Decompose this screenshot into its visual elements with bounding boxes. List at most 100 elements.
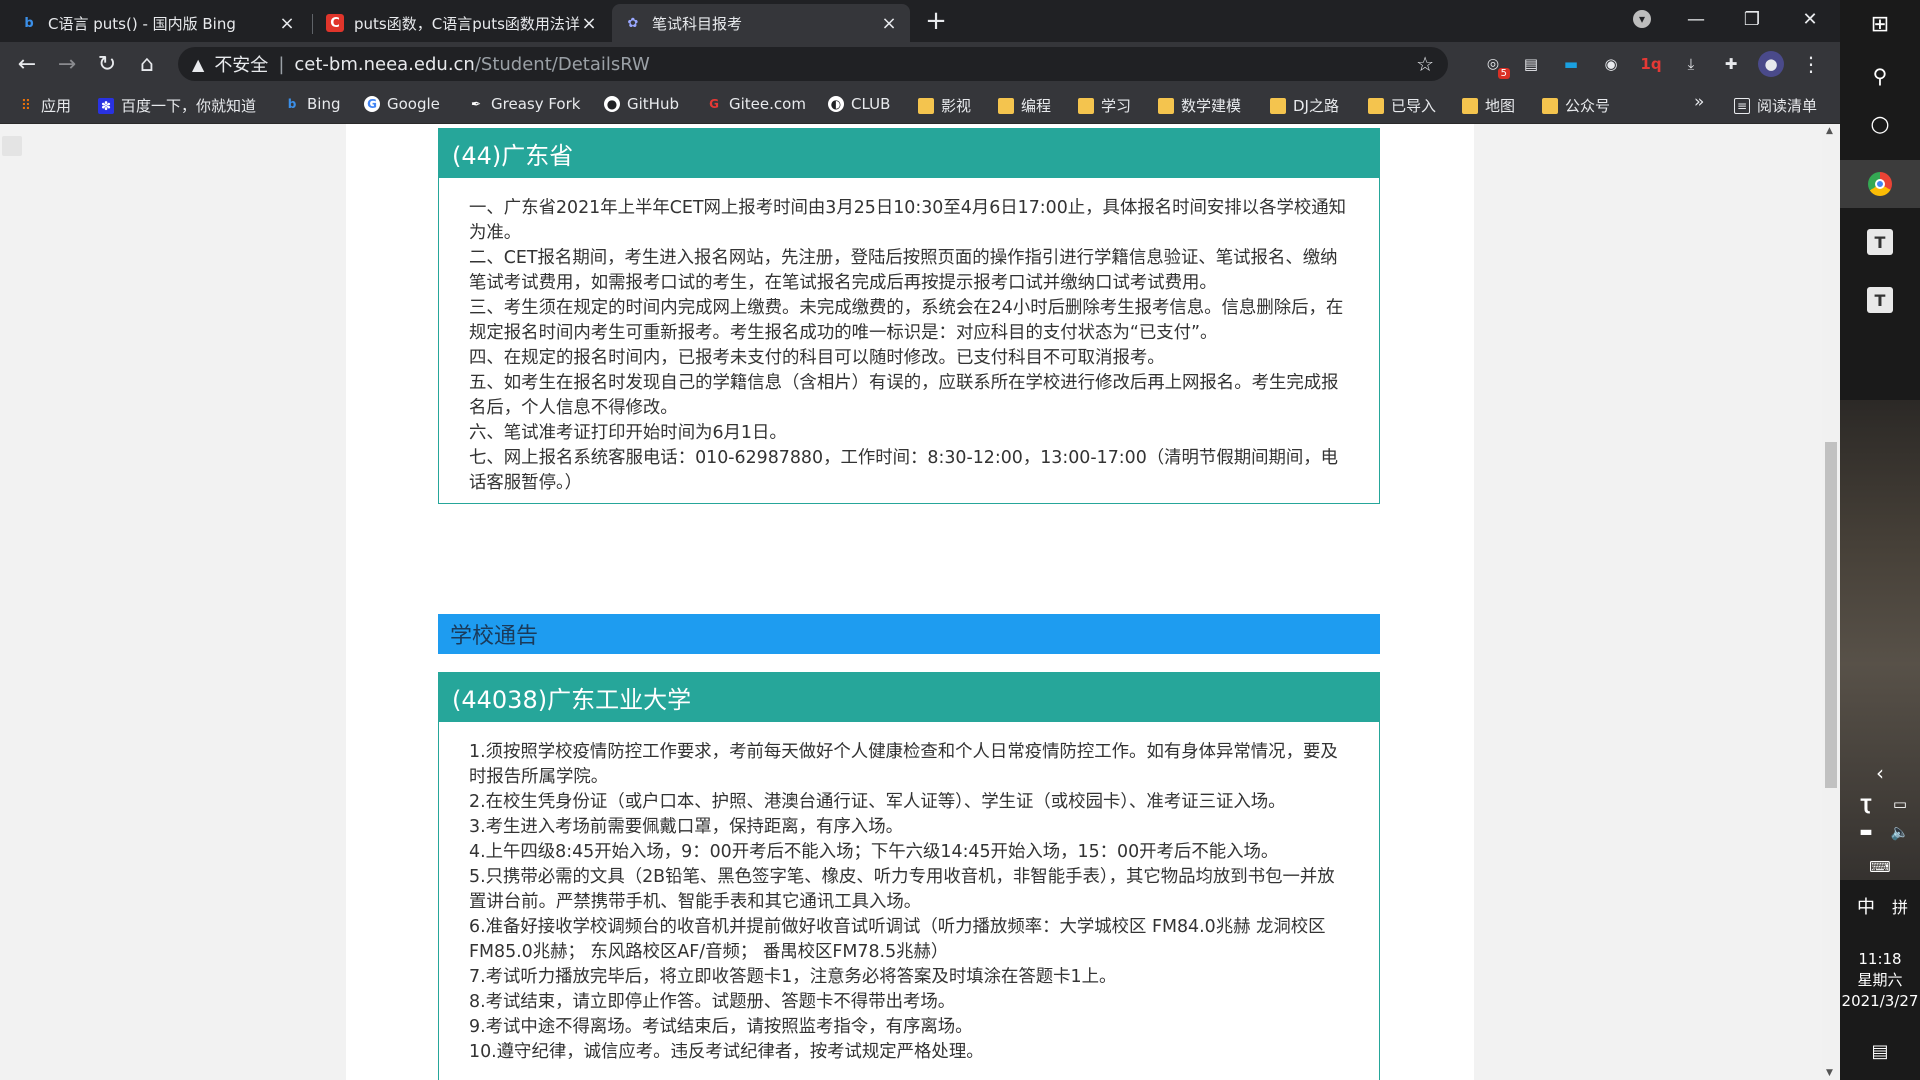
typora-taskbar-icon[interactable]: T [1840,276,1920,324]
close-icon[interactable]: × [580,13,598,34]
bookmark-label: Gitee.com [729,95,806,113]
reading-list-label: 阅读清单 [1757,97,1818,115]
download-icon[interactable]: ⤓ [1678,51,1704,77]
rule-line: 4.上午四级8:45开始入场，9：00开考后不能入场；下午六级14:45开始入场… [469,842,1279,862]
tab-search-button[interactable]: ▾ [1614,0,1670,38]
windows-start-icon[interactable]: ⊞ [1840,4,1920,44]
tab-separator [312,14,313,34]
school-panel-body: 1.须按照学校疫情防控工作要求，考前每天做好个人健康检查和个人日常疫情防控工作。… [438,722,1380,1080]
bookmark-folder[interactable]: 地图 [1462,95,1515,116]
extension-icon[interactable]: ◎ 5 [1480,51,1510,79]
close-icon[interactable]: × [278,13,296,34]
puzzle-icon[interactable]: ✚ [1718,51,1744,77]
forward-button[interactable]: → [52,49,82,79]
rule-line: 9.考试中途不得离场。考试结束后，请按照监考指令，有序离场。 [469,1017,973,1037]
scroll-down-arrow-icon[interactable]: ▼ [1826,1068,1833,1078]
folder-icon [1542,97,1558,114]
bookmark-folder[interactable]: 影视 [918,95,971,116]
menu-icon[interactable]: ⋮ [1798,51,1824,77]
reading-list-button[interactable]: ≡ 阅读清单 [1734,95,1817,116]
new-tab-button[interactable]: + [922,8,950,36]
tab-title: 笔试科目报考 [652,14,743,33]
baidu-icon: ✽ [98,97,114,114]
extension-icon[interactable]: ◉ [1598,51,1624,77]
bookmark-label: Greasy Fork [491,95,581,113]
cortana-icon[interactable]: ○ [1840,104,1920,144]
rule-line: 3.考生进入考场前需要佩戴口罩，保持距离，有序入场。 [469,817,903,837]
bookmark-label: 编程 [1021,97,1052,115]
back-button[interactable]: ← [12,49,42,79]
folder-icon [918,97,934,114]
notice-line: 六、笔试准考证打印开始时间为6月1日。 [469,423,787,443]
tab-bing[interactable]: b C语言 puts() - 国内版 Bing × [8,4,308,42]
bookmark-label: 百度一下，你就知道 [121,97,257,115]
close-window-button[interactable]: ✕ [1782,0,1838,38]
bookmark-apps[interactable]: ⠿ 应用 [18,95,71,116]
bookmark-label: 影视 [941,97,972,115]
school-title: (44038)广东工业大学 [452,685,692,714]
apps-grid-icon: ⠿ [20,97,32,114]
windows-taskbar: ⊞ ⚲ ○ T T ‹ Ʈ ▭ ▬ 🔈 ⌨ 中 拼 11:18 星期六 2021… [1840,0,1920,1080]
chevron-left-icon[interactable]: ‹ [1860,758,1900,788]
tab-active-exam[interactable]: ✿ 笔试科目报考 × [612,4,910,42]
page-scrollbar[interactable]: ▲ ▼ [1822,124,1840,1080]
bookmark-label: 已导入 [1391,97,1437,115]
search-icon[interactable]: ⚲ [1840,56,1920,96]
github-icon: ● [604,96,620,112]
reload-button[interactable]: ↻ [92,49,122,79]
bookmark-folder[interactable]: 编程 [998,95,1051,116]
chrome-taskbar-icon[interactable] [1840,160,1920,208]
reading-list-icon: ≡ [1734,97,1750,114]
extension-icon[interactable]: ▤ [1518,51,1544,77]
bookmark-star-icon[interactable]: ☆ [1416,52,1434,76]
bookmark-github[interactable]: ● GitHub [604,95,679,113]
bookmark-baidu[interactable]: ✽ 百度一下，你就知道 [98,95,256,116]
typora-taskbar-icon[interactable]: T [1840,218,1920,266]
folder-icon [1078,97,1094,114]
typora-icon: T [1867,229,1893,255]
minimize-button[interactable]: — [1668,0,1724,38]
province-panel-header: (44)广东省 [438,128,1380,178]
divider: | [278,53,285,75]
avatar[interactable]: ● [1758,51,1784,77]
bookmark-greasyfork[interactable]: ✒ Greasy Fork [468,95,581,113]
close-icon[interactable]: × [880,13,898,34]
bookmark-folder[interactable]: 数学建模 [1158,95,1241,116]
bookmark-bing[interactable]: b Bing [284,95,341,113]
scroll-thumb[interactable] [1825,442,1837,788]
volume-icon[interactable]: 🔈 [1880,818,1920,846]
home-button[interactable]: ⌂ [132,49,162,79]
ime-layout[interactable]: 拼 [1880,892,1920,920]
notice-line: 三、考生须在规定的时间内完成网上缴费。未完成缴费的，系统会在24小时后删除考生报… [469,298,1344,343]
system-clock[interactable]: 11:18 星期六 2021/3/27 [1840,944,1920,1016]
warning-icon: ▲ [192,54,205,74]
url-path: /Student/DetailsRW [474,53,650,75]
restore-button[interactable]: ❐ [1724,0,1780,38]
bookmarks-overflow-button[interactable]: » [1694,92,1704,112]
bookmark-gitee[interactable]: G Gitee.com [706,95,806,113]
keyboard-icon[interactable]: ⌨ [1840,854,1920,880]
scroll-up-arrow-icon[interactable]: ▲ [1826,126,1833,136]
bookmark-folder[interactable]: 学习 [1078,95,1131,116]
side-widget[interactable] [2,136,22,156]
bookmark-label: 公众号 [1565,97,1611,115]
bookmark-label: DJ之路 [1293,97,1339,115]
bookmark-folder[interactable]: 已导入 [1368,95,1436,116]
tab-strip: b C语言 puts() - 国内版 Bing × C puts函数，C语言pu… [0,0,1840,42]
browser-window: b C语言 puts() - 国内版 Bing × C puts函数，C语言pu… [0,0,1840,1080]
province-title: (44)广东省 [452,141,574,170]
bookmark-google[interactable]: G Google [364,95,440,113]
folder-icon [1462,97,1478,114]
school-notice-title: 学校通告 [450,624,539,649]
notification-center-icon[interactable]: ▤ [1840,1034,1920,1068]
bookmark-folder[interactable]: DJ之路 [1270,95,1339,116]
extension-icon[interactable]: 1q [1638,51,1664,77]
extension-icon[interactable]: ▬ [1558,51,1584,77]
greasyfork-icon: ✒ [470,97,482,111]
bookmark-folder[interactable]: 公众号 [1542,95,1610,116]
tab-puts[interactable]: C puts函数，C语言puts函数用法详解 × [314,4,610,42]
bookmark-club[interactable]: ◐ CLUB [828,95,890,113]
address-bar[interactable]: ▲ 不安全 | cet-bm.neea.edu.cn /Student/Deta… [178,47,1448,81]
rule-line: 5.只携带必需的文具（2B铅笔、黑色签字笔、橡皮、听力专用收音机，非智能手表），… [469,867,1335,912]
network-icon[interactable]: ▭ [1880,790,1920,818]
